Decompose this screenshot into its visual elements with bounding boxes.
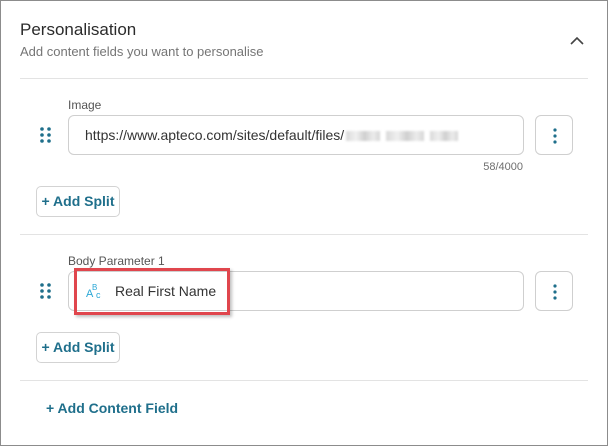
chevron-up-icon (570, 36, 584, 45)
svg-text:c: c (96, 290, 101, 300)
image-field-menu-button[interactable] (535, 115, 573, 155)
image-url-value: https://www.apteco.com/sites/default/fil… (85, 127, 459, 143)
character-counter: 58/4000 (483, 161, 523, 173)
panel-title: Personalisation (20, 20, 137, 39)
add-split-button[interactable]: + Add Split (36, 186, 120, 217)
divider (20, 234, 588, 235)
redacted-text (346, 131, 381, 142)
divider (20, 78, 588, 79)
text-field-abc-icon: A B c (85, 281, 105, 301)
image-url-input[interactable]: https://www.apteco.com/sites/default/fil… (68, 115, 524, 155)
add-content-field-button[interactable]: + Add Content Field (46, 400, 178, 416)
kebab-menu-icon (553, 284, 557, 300)
field-label-image: Image (68, 98, 102, 112)
panel-subtitle: Add content fields you want to personali… (20, 44, 264, 59)
divider (20, 380, 588, 381)
kebab-menu-icon (553, 128, 557, 144)
drag-handle-icon[interactable] (39, 125, 53, 145)
redacted-text (430, 131, 459, 142)
body-parameter-menu-button[interactable] (535, 271, 573, 311)
field-chip-label[interactable]: Real First Name (115, 283, 216, 299)
personalisation-panel: Personalisation Add content fields you w… (0, 0, 608, 446)
redacted-text (386, 131, 425, 142)
drag-handle-icon[interactable] (39, 281, 53, 301)
image-url-text: https://www.apteco.com/sites/default/fil… (85, 127, 345, 143)
add-split-button[interactable]: + Add Split (36, 332, 120, 363)
field-label-body-parameter: Body Parameter 1 (68, 254, 165, 268)
collapse-button[interactable] (563, 29, 591, 53)
